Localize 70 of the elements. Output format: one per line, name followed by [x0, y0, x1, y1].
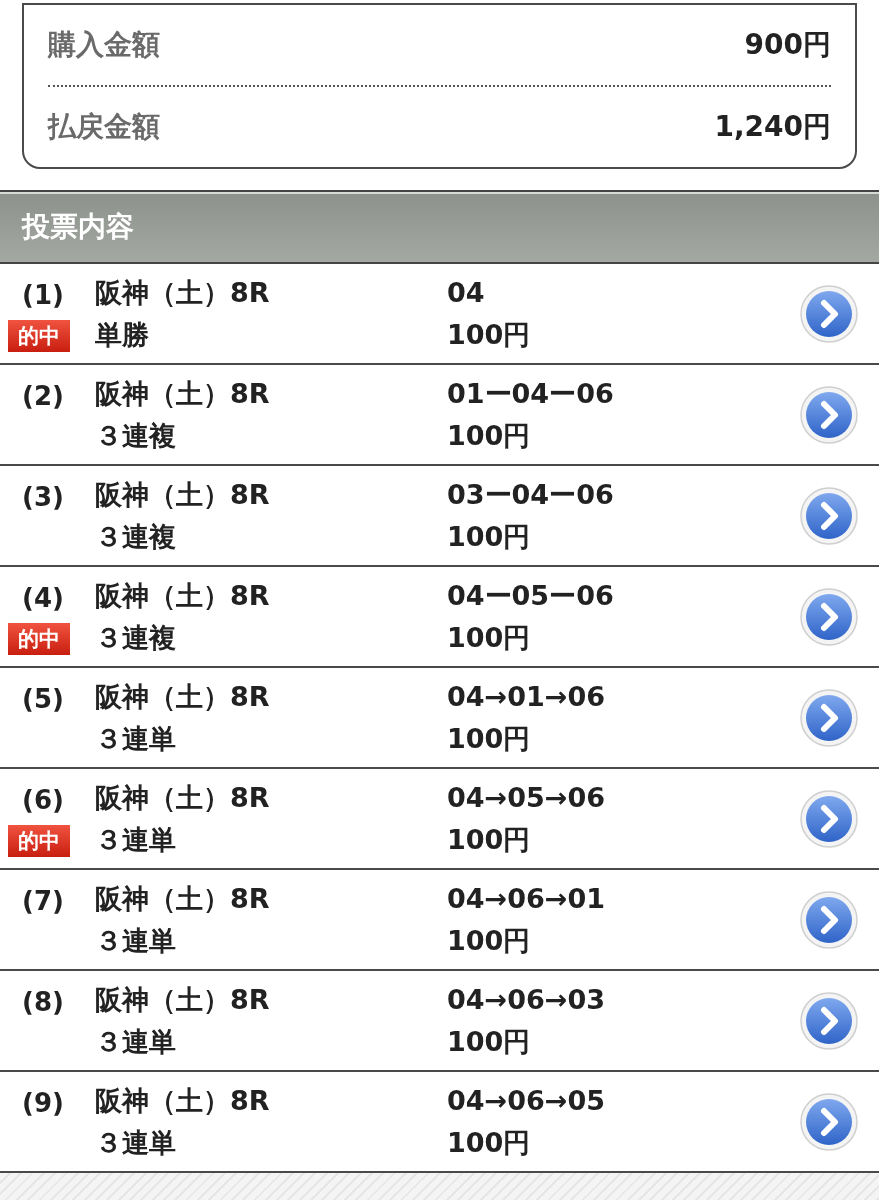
bet-number: (9)	[22, 1088, 64, 1118]
chevron-right-icon[interactable]	[799, 485, 859, 546]
race-name: 阪神（土）8R	[95, 579, 271, 612]
bet-row[interactable]: (3) 阪神（土）8R ３連複 03ー04ー06 100円	[0, 466, 879, 567]
bet-row[interactable]: (8) 阪神（土）8R ３連単 04→06→03 100円	[0, 971, 879, 1072]
horse-combination: 04	[447, 276, 486, 309]
bet-type: 単勝	[95, 318, 150, 351]
chevron-right-icon[interactable]	[799, 788, 859, 849]
chevron-right-icon[interactable]	[799, 687, 859, 748]
bet-number: (7)	[22, 886, 64, 916]
bet-type: ３連複	[95, 419, 177, 452]
bet-row[interactable]: (2) 阪神（土）8R ３連複 01ー04ー06 100円	[0, 365, 879, 466]
summary-value: 1,240円	[714, 109, 831, 145]
chevron-right-icon[interactable]	[799, 384, 859, 445]
bet-type: ３連単	[95, 1025, 177, 1058]
section-title: 投票内容	[22, 209, 134, 245]
hit-badge: 的中	[8, 825, 70, 857]
bet-number: (8)	[22, 987, 64, 1017]
horse-combination: 04ー05ー06	[447, 579, 615, 612]
bet-type: ３連単	[95, 823, 177, 856]
bet-type: ３連単	[95, 924, 177, 957]
horse-combination: 04→06→03	[447, 983, 606, 1016]
bet-type: ３連単	[95, 722, 177, 755]
bet-amount: 100円	[447, 823, 532, 856]
bet-amount: 100円	[447, 621, 532, 654]
horse-combination: 01ー04ー06	[447, 377, 615, 410]
chevron-right-icon[interactable]	[799, 283, 859, 344]
summary-label: 払戻金額	[48, 109, 160, 145]
bet-row[interactable]: (4) 的中 阪神（土）8R ３連複 04ー05ー06 100円	[0, 567, 879, 668]
bet-amount: 100円	[447, 722, 532, 755]
bet-number: (2)	[22, 381, 64, 411]
hit-badge: 的中	[8, 623, 70, 655]
race-name: 阪神（土）8R	[95, 1084, 271, 1117]
race-name: 阪神（土）8R	[95, 377, 271, 410]
bet-number: (4)	[22, 583, 64, 613]
bet-row[interactable]: (7) 阪神（土）8R ３連単 04→06→01 100円	[0, 870, 879, 971]
race-name: 阪神（土）8R	[95, 882, 271, 915]
chevron-right-icon[interactable]	[799, 889, 859, 950]
bet-type: ３連複	[95, 520, 177, 553]
horse-combination: 04→01→06	[447, 680, 606, 713]
race-name: 阪神（土）8R	[95, 680, 271, 713]
race-name: 阪神（土）8R	[95, 781, 271, 814]
bet-number: (6)	[22, 785, 64, 815]
hit-badge: 的中	[8, 320, 70, 352]
race-name: 阪神（土）8R	[95, 276, 271, 309]
bet-row[interactable]: (6) 的中 阪神（土）8R ３連単 04→05→06 100円	[0, 769, 879, 870]
bet-number: (1)	[22, 280, 64, 310]
bet-row[interactable]: (5) 阪神（土）8R ３連単 04→01→06 100円	[0, 668, 879, 769]
bet-amount: 100円	[447, 318, 532, 351]
horse-combination: 04→05→06	[447, 781, 606, 814]
race-name: 阪神（土）8R	[95, 478, 271, 511]
summary-value: 900円	[744, 27, 831, 63]
bet-number: (3)	[22, 482, 64, 512]
bet-row[interactable]: (1) 的中 阪神（土）8R 単勝 04 100円	[0, 264, 879, 365]
bet-amount: 100円	[447, 1025, 532, 1058]
bet-number: (5)	[22, 684, 64, 714]
horse-combination: 03ー04ー06	[447, 478, 615, 511]
bet-amount: 100円	[447, 520, 532, 553]
chevron-right-icon[interactable]	[799, 1091, 859, 1152]
chevron-right-icon[interactable]	[799, 990, 859, 1051]
bet-amount: 100円	[447, 924, 532, 957]
horse-combination: 04→06→01	[447, 882, 606, 915]
horse-combination: 04→06→05	[447, 1084, 606, 1117]
summary-label: 購入金額	[48, 27, 160, 63]
bet-amount: 100円	[447, 1126, 532, 1159]
bet-type: ３連単	[95, 1126, 177, 1159]
chevron-right-icon[interactable]	[799, 586, 859, 647]
bet-type: ３連複	[95, 621, 177, 654]
race-name: 阪神（土）8R	[95, 983, 271, 1016]
bet-amount: 100円	[447, 419, 532, 452]
